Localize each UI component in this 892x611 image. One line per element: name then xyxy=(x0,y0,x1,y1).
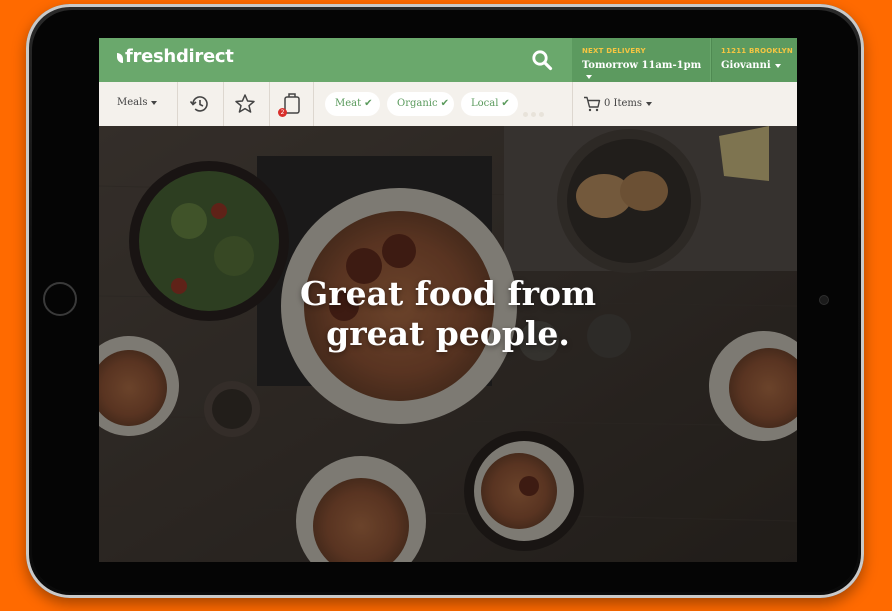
hero-banner[interactable]: Great food from great people. xyxy=(99,126,797,562)
check-icon: ✔ xyxy=(501,98,510,109)
cart-summary[interactable]: 0 Items xyxy=(604,98,653,109)
cart-icon[interactable] xyxy=(583,96,601,112)
next-delivery-label: NEXT DELIVERY xyxy=(582,47,646,55)
home-button xyxy=(43,282,77,316)
next-delivery-selector[interactable]: NEXT DELIVERY Tomorrow 11am-1pm xyxy=(572,38,710,82)
divider xyxy=(269,82,270,126)
more-dots-icon[interactable] xyxy=(523,102,547,117)
filter-label: Local xyxy=(471,98,499,109)
app-screen: freshdirect NEXT DELIVERY Tomorrow 11am-… xyxy=(99,38,797,562)
toolbar: Meals Meat ✔ Organic ✔ Local ✔ 0 Items xyxy=(99,82,797,126)
hero-headline: Great food from great people. xyxy=(99,274,797,354)
freshdirect-logo[interactable]: freshdirect xyxy=(117,46,234,67)
delivery-time-text: Tomorrow 11am-1pm xyxy=(582,60,702,71)
star-icon[interactable] xyxy=(234,93,256,114)
logo-leaf-icon xyxy=(117,53,123,63)
filter-pill-local[interactable]: Local ✔ xyxy=(461,92,518,116)
next-delivery-value: Tomorrow 11am-1pm xyxy=(582,60,710,82)
filter-label: Organic xyxy=(397,98,438,109)
divider xyxy=(313,82,314,126)
chevron-down-icon xyxy=(646,101,653,106)
headline-line-2: great people. xyxy=(326,314,570,353)
check-icon: ✔ xyxy=(364,98,373,109)
meals-menu[interactable]: Meals xyxy=(117,97,158,108)
list-count-badge: 2 xyxy=(278,108,287,117)
user-name-text: Giovanni xyxy=(721,60,771,71)
logo-text: freshdirect xyxy=(125,46,234,67)
chevron-down-icon xyxy=(586,74,592,79)
top-header: freshdirect NEXT DELIVERY Tomorrow 11am-… xyxy=(99,38,797,82)
zip-label: 11211 BROOKLYN xyxy=(721,47,793,55)
camera-icon xyxy=(819,295,829,305)
divider xyxy=(572,82,573,126)
meals-label: Meals xyxy=(117,97,148,108)
divider xyxy=(177,82,178,126)
filter-label: Meat xyxy=(335,98,362,109)
headline-line-1: Great food from xyxy=(300,274,596,313)
filter-pill-meat[interactable]: Meat ✔ xyxy=(325,92,380,116)
check-icon: ✔ xyxy=(440,98,449,109)
filter-pill-organic[interactable]: Organic ✔ xyxy=(387,92,454,116)
divider xyxy=(223,82,224,126)
cart-count-text: 0 Items xyxy=(604,98,643,109)
history-icon[interactable] xyxy=(189,94,211,114)
search-icon[interactable] xyxy=(531,49,553,71)
chevron-down-icon xyxy=(774,63,781,68)
chevron-down-icon xyxy=(151,100,158,105)
location-selector[interactable]: 11211 BROOKLYN Giovanni xyxy=(711,38,797,82)
user-name: Giovanni xyxy=(721,60,781,71)
